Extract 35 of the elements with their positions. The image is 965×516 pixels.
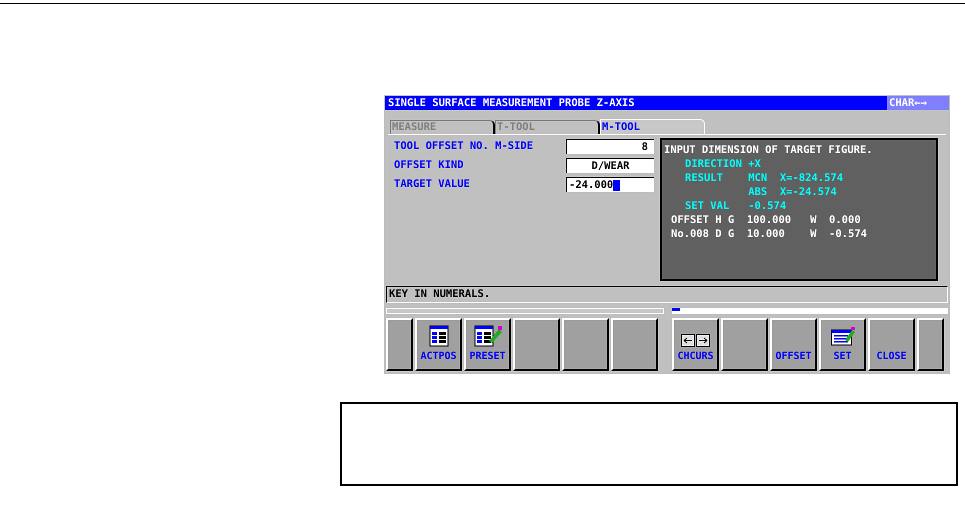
softkey[interactable]: SET [819,318,866,371]
softkey[interactable]: ACTPOS [415,318,462,371]
softkey[interactable] [513,318,560,371]
softkey[interactable] [917,318,944,371]
softkey[interactable] [611,318,658,371]
input-field[interactable]: D/WEAR [566,158,654,173]
input-mode-indicator: CHAR←→ [887,96,949,110]
tab[interactable]: M-TOOL [600,119,705,134]
tab[interactable]: T-TOOL [495,120,600,134]
field-label: OFFSET KIND [394,160,465,171]
softkey[interactable] [721,318,768,371]
softkey[interactable] [386,318,413,371]
softkey[interactable] [562,318,609,371]
info-text: No.008 D G 10.000 W -0.574 [670,229,868,240]
spreadsheet-icon [428,325,450,347]
table-pencil-icon [830,327,854,347]
softkey[interactable]: CLOSE [868,318,915,371]
info-text: ABS X=-24.574 [747,187,838,198]
window-title: SINGLE SURFACE MEASUREMENT PROBE Z-AXIS [387,98,635,108]
softkey[interactable]: PRESET [464,318,511,371]
arrow-keys-icon [681,334,710,347]
message-text: KEY IN NUMERALS. [389,289,490,300]
info-text: OFFSET H G 100.000 W 0.000 [670,215,862,226]
info-text: RESULT MCN X=-824.574 [684,173,844,184]
field-label: TARGET VALUE [394,179,471,190]
info-text: SET VAL -0.574 [684,201,788,212]
softkey[interactable]: CHCURS [672,318,719,371]
info-text: DIRECTION +X [684,159,762,170]
input-field[interactable]: -24.000 [566,177,654,192]
tab[interactable]: MEASURE [390,120,495,134]
info-text: INPUT DIMENSION OF TARGET FIGURE. [664,145,874,156]
spreadsheet-pencil-icon [472,325,502,347]
field-label: TOOL OFFSET NO. M-SIDE [394,141,534,152]
input-field[interactable]: 8 [566,139,654,154]
softkey[interactable]: OFFSET [770,318,817,371]
